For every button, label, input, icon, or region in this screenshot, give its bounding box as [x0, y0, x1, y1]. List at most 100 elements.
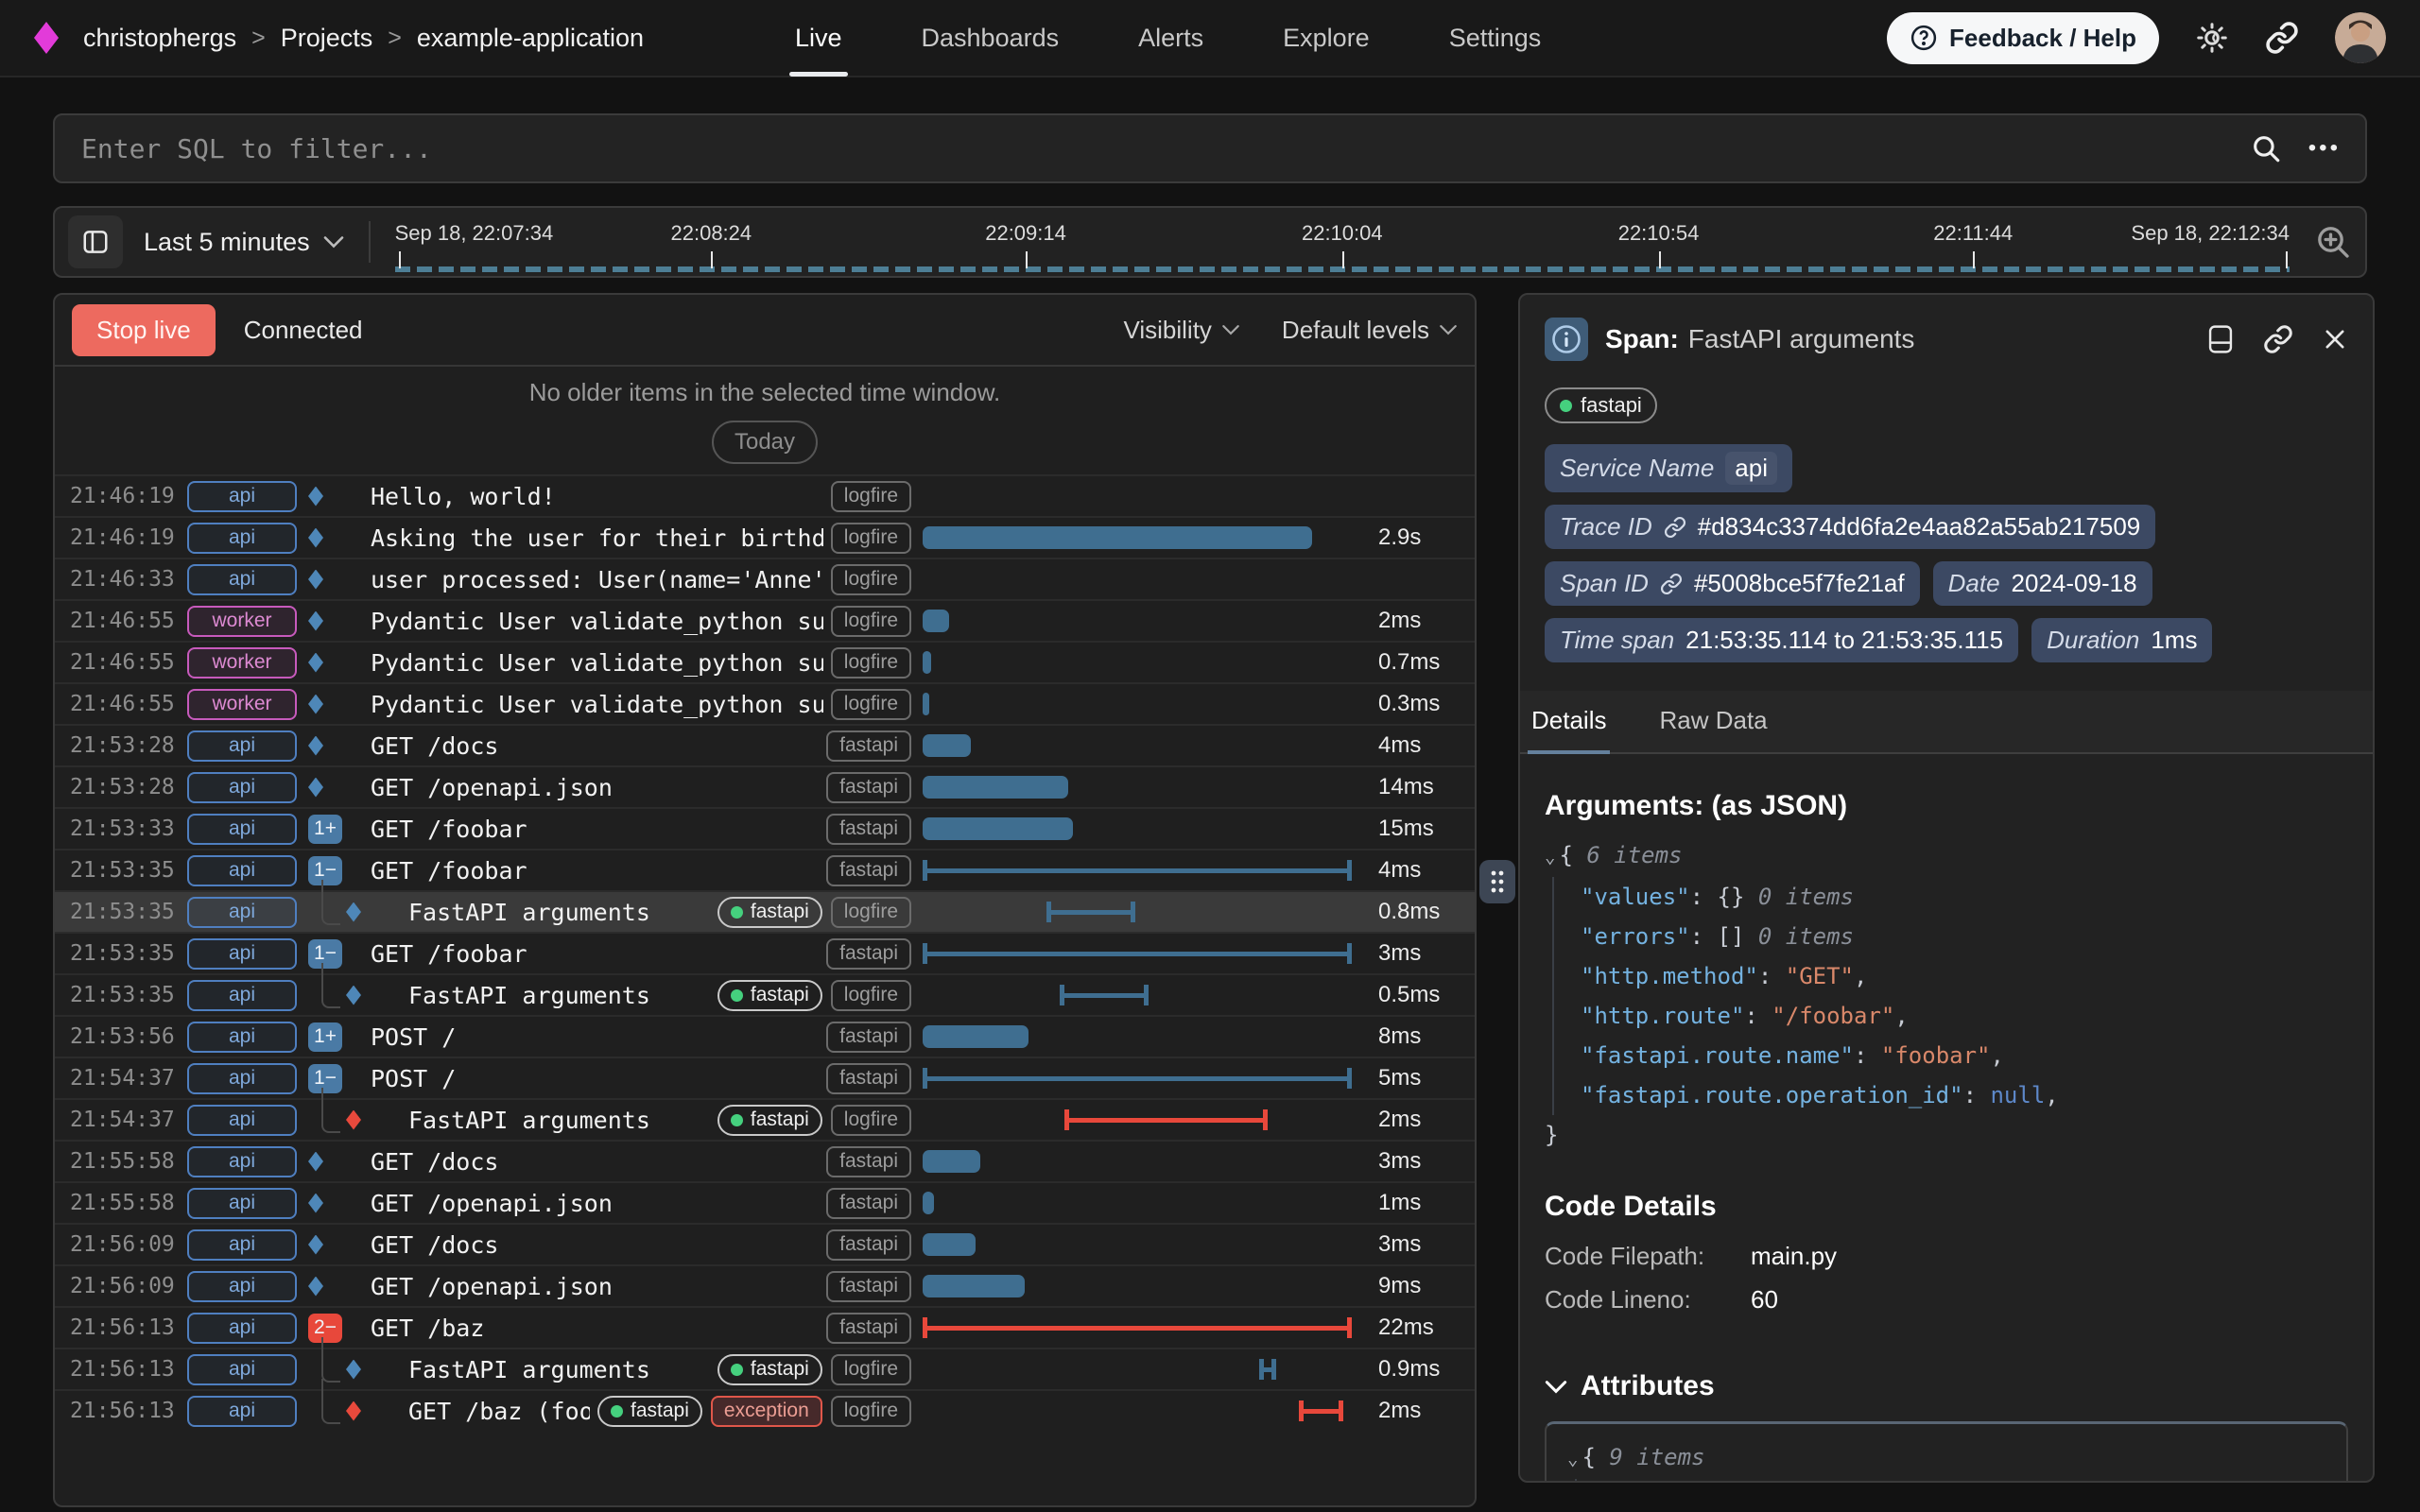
tag-pill-fastapi[interactable]: fastapi	[717, 897, 822, 928]
table-row[interactable]: 21:46:19apiAsking the user for their bir…	[55, 516, 1475, 558]
tab-dashboards[interactable]: Dashboards	[922, 0, 1060, 77]
table-row[interactable]: 21:46:55workerPydantic User validate_pyt…	[55, 682, 1475, 724]
tag-pill-logfire[interactable]: logfire	[831, 689, 911, 720]
tag-pill-logfire[interactable]: logfire	[831, 897, 911, 928]
default-levels-dropdown[interactable]: Default levels	[1282, 316, 1458, 345]
table-row[interactable]: 21:54:37api1−POST /fastapi5ms	[55, 1057, 1475, 1098]
service-tag[interactable]: api	[187, 1313, 297, 1344]
time-range-select[interactable]: Last 5 minutes	[144, 228, 344, 257]
service-tag[interactable]: api	[187, 481, 297, 512]
table-row[interactable]: 21:53:28apiGET /openapi.jsonfastapi14ms	[55, 765, 1475, 807]
copy-link-icon[interactable]	[2263, 324, 2293, 354]
table-row[interactable]: 21:53:35api1−GET /foobarfastapi3ms	[55, 932, 1475, 973]
service-tag[interactable]: api	[187, 897, 297, 928]
more-options-icon[interactable]: •••	[2308, 135, 2341, 162]
table-row[interactable]: 21:53:33api1+GET /foobarfastapi15ms	[55, 807, 1475, 849]
tag-pill-fastapi[interactable]: fastapi	[826, 938, 911, 970]
table-row[interactable]: 21:53:35apiFastAPI argumentsfastapilogfi…	[55, 890, 1475, 932]
search-icon[interactable]	[2250, 132, 2282, 164]
table-row[interactable]: 21:46:55workerPydantic User validate_pyt…	[55, 599, 1475, 641]
tag-pill-logfire[interactable]: logfire	[831, 647, 911, 679]
collapse-expand-badge[interactable]: 1+	[308, 815, 342, 844]
table-row[interactable]: 21:56:13apiGET /baz (foobar)fastapiexcep…	[55, 1389, 1475, 1431]
table-row[interactable]: 21:46:55workerPydantic User validate_pyt…	[55, 641, 1475, 682]
service-tag[interactable]: api	[187, 814, 297, 845]
service-tag[interactable]: api	[187, 1271, 297, 1302]
tag-pill-fastapi[interactable]: fastapi	[826, 1022, 911, 1053]
attributes-box[interactable]: ⌄{ 9 items"code.filepath": "main.py","co…	[1545, 1421, 2348, 1483]
user-avatar[interactable]	[2335, 12, 2386, 63]
tab-settings[interactable]: Settings	[1449, 0, 1542, 77]
tag-pill-logfire[interactable]: logfire	[831, 1396, 911, 1427]
table-row[interactable]: 21:46:33apiuser processed: User(name='An…	[55, 558, 1475, 599]
service-tag[interactable]: worker	[187, 689, 297, 720]
tag-pill-logfire[interactable]: logfire	[831, 481, 911, 512]
tag-pill-fastapi[interactable]: fastapi	[826, 772, 911, 803]
drag-handle-icon[interactable]	[1479, 860, 1515, 903]
timeline[interactable]: Sep 18, 22:07:3422:08:2422:09:1422:10:04…	[395, 208, 2290, 276]
tag-pill-fastapi[interactable]: fastapi	[826, 1271, 911, 1302]
table-row[interactable]: 21:53:35apiFastAPI argumentsfastapilogfi…	[55, 973, 1475, 1015]
span-id-badge[interactable]: Span ID #5008bce5f7fe21af	[1545, 561, 1920, 606]
tag-pill-logfire[interactable]: logfire	[831, 523, 911, 554]
table-row[interactable]: 21:56:13api2−GET /bazfastapi22ms	[55, 1306, 1475, 1348]
tab-explore[interactable]: Explore	[1283, 0, 1370, 77]
tag-pill-logfire[interactable]: logfire	[831, 606, 911, 637]
service-tag[interactable]: worker	[187, 647, 297, 679]
tag-pill-fastapi[interactable]: fastapi	[717, 980, 822, 1011]
service-tag[interactable]: api	[187, 1354, 297, 1385]
service-tag[interactable]: api	[187, 938, 297, 970]
service-tag[interactable]: api	[187, 1022, 297, 1053]
feedback-help-button[interactable]: Feedback / Help	[1887, 12, 2159, 64]
tag-pill-fastapi[interactable]: fastapi	[717, 1105, 822, 1136]
table-row[interactable]: 21:46:19apiHello, world!logfire	[55, 474, 1475, 516]
breadcrumb-projects[interactable]: Projects	[281, 24, 373, 53]
tag-pill-fastapi[interactable]: fastapi	[717, 1354, 822, 1385]
tag-pill-exception[interactable]: exception	[711, 1396, 822, 1427]
tag-pill-fastapi[interactable]: fastapi	[826, 1146, 911, 1177]
close-icon[interactable]	[2322, 326, 2348, 352]
service-tag[interactable]: api	[187, 564, 297, 595]
detail-tab-details[interactable]: Details	[1528, 691, 1610, 752]
sql-filter-input[interactable]	[79, 132, 2250, 165]
table-row[interactable]: 21:54:37apiFastAPI argumentsfastapilogfi…	[55, 1098, 1475, 1140]
breadcrumb-org[interactable]: christophergs	[83, 24, 236, 53]
collapse-expand-badge[interactable]: 1+	[308, 1022, 342, 1052]
service-tag[interactable]: api	[187, 523, 297, 554]
service-tag[interactable]: api	[187, 1105, 297, 1136]
tag-pill-logfire[interactable]: logfire	[831, 1354, 911, 1385]
table-row[interactable]: 21:55:58apiGET /openapi.jsonfastapi1ms	[55, 1181, 1475, 1223]
attributes-toggle[interactable]: Attributes	[1545, 1370, 2348, 1402]
tag-pill-logfire[interactable]: logfire	[831, 564, 911, 595]
table-row[interactable]: 21:53:28apiGET /docsfastapi4ms	[55, 724, 1475, 765]
table-row[interactable]: 21:55:58apiGET /docsfastapi3ms	[55, 1140, 1475, 1181]
table-row[interactable]: 21:53:35api1−GET /foobarfastapi4ms	[55, 849, 1475, 890]
tag-pill-fastapi[interactable]: fastapi	[826, 814, 911, 845]
service-tag[interactable]: api	[187, 1063, 297, 1094]
panel-splitter[interactable]	[1477, 293, 1518, 1507]
tag-pill-fastapi[interactable]: fastapi	[826, 1313, 911, 1344]
breadcrumb-project-name[interactable]: example-application	[417, 24, 644, 53]
logfire-logo-icon[interactable]	[34, 22, 59, 54]
today-button[interactable]: Today	[712, 421, 818, 464]
tag-pill-logfire[interactable]: logfire	[831, 980, 911, 1011]
tab-live[interactable]: Live	[795, 0, 842, 77]
tag-pill-fastapi[interactable]: fastapi	[597, 1396, 702, 1427]
table-row[interactable]: 21:56:09apiGET /docsfastapi3ms	[55, 1223, 1475, 1264]
table-row[interactable]: 21:56:09apiGET /openapi.jsonfastapi9ms	[55, 1264, 1475, 1306]
stop-live-button[interactable]: Stop live	[72, 304, 216, 356]
theme-toggle-icon[interactable]	[2195, 21, 2229, 55]
table-row[interactable]: 21:53:56api1+POST /fastapi8ms	[55, 1015, 1475, 1057]
sidebar-toggle-icon[interactable]	[68, 215, 123, 268]
service-tag[interactable]: api	[187, 855, 297, 886]
trace-id-badge[interactable]: Trace ID #d834c3374dd6fa2e4aa82a55ab2175…	[1545, 505, 2155, 549]
tag-pill-fastapi[interactable]: fastapi	[826, 1063, 911, 1094]
open-card-icon[interactable]	[2206, 323, 2235, 355]
service-tag-pill[interactable]: fastapi	[1545, 387, 1657, 423]
service-tag[interactable]: api	[187, 1229, 297, 1261]
service-tag[interactable]: api	[187, 730, 297, 762]
visibility-dropdown[interactable]: Visibility	[1123, 316, 1239, 345]
service-tag[interactable]: api	[187, 772, 297, 803]
tab-alerts[interactable]: Alerts	[1138, 0, 1203, 77]
service-tag[interactable]: api	[187, 980, 297, 1011]
